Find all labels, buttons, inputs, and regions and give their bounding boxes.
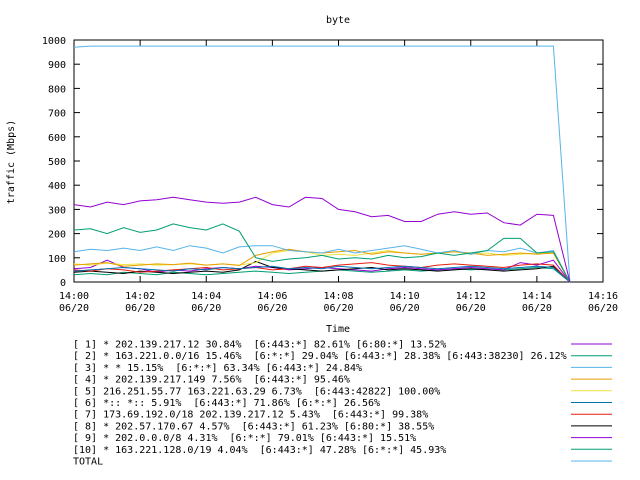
x-tick-label-date: 06/20 [59, 303, 89, 314]
y-tick-label: 800 [48, 84, 66, 95]
y-tick-label: 600 [48, 133, 66, 144]
legend-entry-4: [ 4] * 202.139.217.149 7.56% [6:443:*] 9… [73, 375, 350, 386]
y-tick-label: 200 [48, 230, 66, 241]
legend-entry-6: [ 6] *:: *:: 5.91% [6:443:*] 71.86% [6:*… [73, 398, 380, 409]
legend-entry-10: [10] * 163.221.128.0/19 4.04% [6:443:*] … [73, 445, 446, 456]
legend-entry-5: [ 5] 216.251.55.77 163.221.63.29 6.73% [… [73, 386, 440, 397]
y-tick-label: 0 [60, 278, 66, 289]
series-lines [73, 45, 571, 283]
legend-entry-11: TOTAL [73, 457, 103, 468]
chart-title: byte [326, 15, 350, 26]
series-line-3 [73, 245, 571, 283]
x-tick-label-time: 14:12 [456, 291, 486, 302]
series-line-11 [73, 45, 571, 283]
y-tick-label: 900 [48, 60, 66, 71]
y-tick-label: 400 [48, 181, 66, 192]
y-axis-ticks: 0 100 200 300 400 500 600 700 800 900 1000 [42, 36, 603, 289]
plot-frame [73, 39, 604, 283]
traffic-chart: byte traffic (Mbps) Time 0 100 200 300 400 50… [6, 15, 618, 468]
y-tick-label: 700 [48, 109, 66, 120]
x-tick-label-date: 06/20 [191, 303, 221, 314]
x-tick-label-date: 06/20 [588, 303, 618, 314]
legend-entry-3: [ 3] * * 15.15% [6:*:*] 63.34% [6:443:*]… [73, 363, 362, 374]
x-tick-label-time: 14:00 [59, 291, 89, 302]
x-tick-label-time: 14:10 [390, 291, 420, 302]
x-tick-label-date: 06/20 [125, 303, 155, 314]
legend-entry-1: [ 1] * 202.139.217.12 30.84% [6:443:*] 8… [73, 340, 446, 351]
y-tick-label: 300 [48, 205, 66, 216]
legend-entry-9: [ 9] * 202.0.0.0/8 4.31% [6:*:*] 79.01% … [73, 433, 416, 444]
x-tick-label-date: 06/20 [390, 303, 420, 314]
y-tick-label: 500 [48, 157, 66, 168]
y-tick-label: 100 [48, 254, 66, 265]
legend: [ 1] * 202.139.217.12 30.84% [6:443:*] 8… [73, 340, 612, 468]
x-tick-label-date: 06/20 [456, 303, 486, 314]
x-tick-label-time: 14:08 [323, 291, 353, 302]
x-axis-ticks: 14:0006/2014:0206/2014:0406/2014:0606/20… [59, 40, 618, 314]
series-line-7 [73, 262, 571, 283]
x-tick-label-time: 14:04 [191, 291, 221, 302]
x-tick-label-time: 14:06 [257, 291, 287, 302]
x-tick-label-time: 14:02 [125, 291, 155, 302]
x-tick-label-time: 14:16 [588, 291, 618, 302]
x-axis-label: Time [326, 324, 350, 335]
y-axis-label: traffic (Mbps) [6, 120, 17, 204]
x-tick-label-date: 06/20 [257, 303, 287, 314]
y-tick-label: 1000 [42, 36, 66, 47]
x-tick-label-date: 06/20 [522, 303, 552, 314]
legend-entry-2: [ 2] * 163.221.0.0/16 15.46% [6:*:*] 29.… [73, 351, 567, 362]
x-tick-label-date: 06/20 [323, 303, 353, 314]
legend-entry-8: [ 8] * 202.57.170.67 4.57% [6:443:*] 61.… [73, 421, 434, 432]
x-tick-label-time: 14:14 [522, 291, 552, 302]
legend-entry-7: [ 7] 173.69.192.0/18 202.139.217.12 5.43… [73, 410, 428, 421]
